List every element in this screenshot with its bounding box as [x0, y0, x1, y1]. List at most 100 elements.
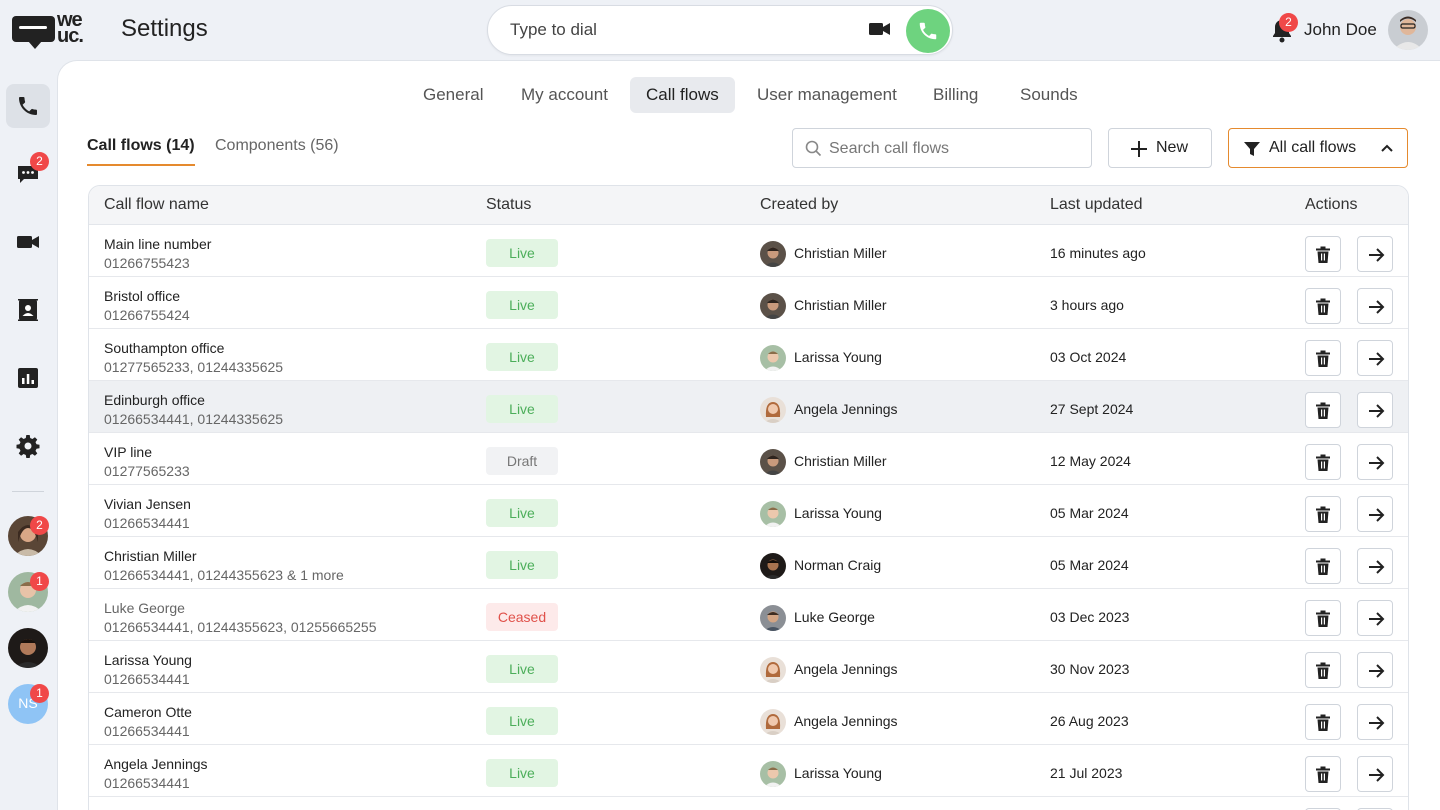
rail-video[interactable]	[6, 220, 50, 264]
open-button[interactable]	[1357, 600, 1393, 636]
open-button[interactable]	[1357, 652, 1393, 688]
table-row[interactable]	[89, 797, 1408, 810]
table-row[interactable]: Bristol office 01266755424 Live Christian M…	[89, 277, 1408, 329]
creator-avatar	[760, 345, 786, 371]
call-flow-numbers: 01266534441, 01244355623 & 1 more	[104, 567, 344, 583]
video-icon	[17, 236, 39, 248]
creator-name: Christian Miller	[794, 453, 887, 469]
open-button[interactable]	[1357, 444, 1393, 480]
subtab-call-flows[interactable]: Call flows (14)	[87, 137, 195, 155]
table-row[interactable]: Main line number 01266755423 Live Christian…	[89, 225, 1408, 277]
logo-text: we uc.	[57, 9, 84, 47]
call-flow-numbers: 01266755423	[104, 255, 190, 271]
table-row[interactable]: Luke George 01266534441, 01244355623, 012…	[89, 589, 1408, 641]
filter-icon	[1244, 142, 1260, 156]
column-header-name[interactable]: Call flow name	[104, 196, 209, 214]
rail-calls[interactable]	[6, 84, 50, 128]
user-name[interactable]: John Doe	[1304, 20, 1377, 40]
column-header-last-updated[interactable]: Last updated	[1050, 196, 1143, 214]
table-row[interactable]: VIP line 01277565233 Draft Christian Miller…	[89, 433, 1408, 485]
table-row[interactable]: Larissa Young 01266534441 Live Angela Jenni…	[89, 641, 1408, 693]
open-button[interactable]	[1357, 236, 1393, 272]
creator-name: Luke George	[794, 609, 875, 625]
creator-avatar	[760, 605, 786, 631]
tab-call-flows[interactable]: Call flows	[630, 77, 735, 113]
table-row[interactable]: Christian Miller 01266534441, 01244355623…	[89, 537, 1408, 589]
tab-billing[interactable]: Billing	[917, 77, 994, 113]
creator-avatar	[760, 709, 786, 735]
creator-name: Larissa Young	[794, 349, 882, 365]
delete-button[interactable]	[1305, 236, 1341, 272]
creator-name: Norman Craig	[794, 557, 882, 573]
tab-general[interactable]: General	[407, 77, 499, 113]
delete-button[interactable]	[1305, 340, 1341, 376]
open-button[interactable]	[1357, 288, 1393, 324]
creator-avatar	[760, 657, 786, 683]
delete-button[interactable]	[1305, 496, 1341, 532]
call-flow-numbers: 01266755424	[104, 307, 190, 323]
main-panel: General My account Call flows User manag…	[57, 60, 1440, 810]
open-button[interactable]	[1357, 756, 1393, 792]
call-flow-name: VIP line	[104, 444, 152, 460]
call-flows-table: Call flow name Status Created by Last up…	[88, 185, 1409, 810]
contact-1-badge: 2	[30, 516, 49, 535]
column-header-status[interactable]: Status	[486, 196, 531, 214]
delete-button[interactable]	[1305, 652, 1341, 688]
weuc-logo[interactable]: we uc.	[12, 9, 100, 49]
plus-icon	[1131, 141, 1147, 157]
delete-button[interactable]	[1305, 444, 1341, 480]
delete-button[interactable]	[1305, 548, 1341, 584]
open-button[interactable]	[1357, 548, 1393, 584]
open-button[interactable]	[1357, 704, 1393, 740]
delete-button[interactable]	[1305, 756, 1341, 792]
creator-name: Christian Miller	[794, 245, 887, 261]
call-flow-numbers: 01266534441, 01244355623, 01255665255	[104, 619, 377, 635]
dial-input[interactable]	[510, 18, 850, 42]
new-button-label: New	[1156, 139, 1189, 156]
search-input[interactable]	[829, 138, 1079, 160]
new-call-flow-button[interactable]: New	[1108, 128, 1212, 168]
last-updated: 05 Mar 2024	[1050, 505, 1129, 521]
delete-button[interactable]	[1305, 392, 1341, 428]
active-subtab-underline	[87, 164, 195, 166]
open-button[interactable]	[1357, 392, 1393, 428]
status-badge: Ceased	[486, 603, 558, 631]
column-header-created-by[interactable]: Created by	[760, 196, 838, 214]
rail-settings[interactable]	[6, 424, 50, 468]
tab-my-account[interactable]: My account	[505, 77, 624, 113]
last-updated: 05 Mar 2024	[1050, 557, 1129, 573]
status-badge: Live	[486, 759, 558, 787]
delete-button[interactable]	[1305, 600, 1341, 636]
call-button[interactable]	[906, 9, 950, 53]
call-flow-name: Larissa Young	[104, 652, 192, 668]
top-bar: we uc. Settings 2 John Doe	[0, 0, 1440, 60]
tab-user-management[interactable]: User management	[741, 77, 913, 113]
call-flow-numbers: 01266534441	[104, 515, 190, 531]
table-row[interactable]: Edinburgh office 01266534441, 01244335625…	[89, 381, 1408, 433]
call-flow-numbers: 01266534441, 01244335625	[104, 411, 284, 427]
last-updated: 03 Dec 2023	[1050, 609, 1130, 625]
open-button[interactable]	[1357, 496, 1393, 532]
status-badge: Draft	[486, 447, 558, 475]
rail-contacts[interactable]	[6, 288, 50, 332]
call-flow-name: Bristol office	[104, 288, 180, 304]
delete-button[interactable]	[1305, 288, 1341, 324]
creator-avatar	[760, 761, 786, 787]
rail-analytics[interactable]	[6, 356, 50, 400]
chat-unread-badge: 2	[30, 152, 49, 171]
table-row[interactable]: Vivian Jensen 01266534441 Live Larissa Youn…	[89, 485, 1408, 537]
user-avatar[interactable]	[1388, 10, 1428, 50]
last-updated: 16 minutes ago	[1050, 245, 1146, 261]
video-call-icon[interactable]	[869, 21, 893, 39]
table-row[interactable]: Cameron Otte 01266534441 Live Angela Jennin…	[89, 693, 1408, 745]
table-row[interactable]: Southampton office 01277565233, 012443356…	[89, 329, 1408, 381]
subtab-components[interactable]: Components (56)	[215, 137, 339, 155]
table-row[interactable]: Angela Jennings 01266534441 Live Larissa Yo…	[89, 745, 1408, 797]
filter-dropdown[interactable]: All call flows	[1228, 128, 1408, 168]
open-button[interactable]	[1357, 340, 1393, 376]
delete-button[interactable]	[1305, 704, 1341, 740]
tab-sounds[interactable]: Sounds	[1004, 77, 1094, 113]
filter-label: All call flows	[1269, 139, 1357, 156]
analytics-icon	[18, 368, 38, 388]
contact-avatar-3[interactable]	[8, 628, 48, 668]
